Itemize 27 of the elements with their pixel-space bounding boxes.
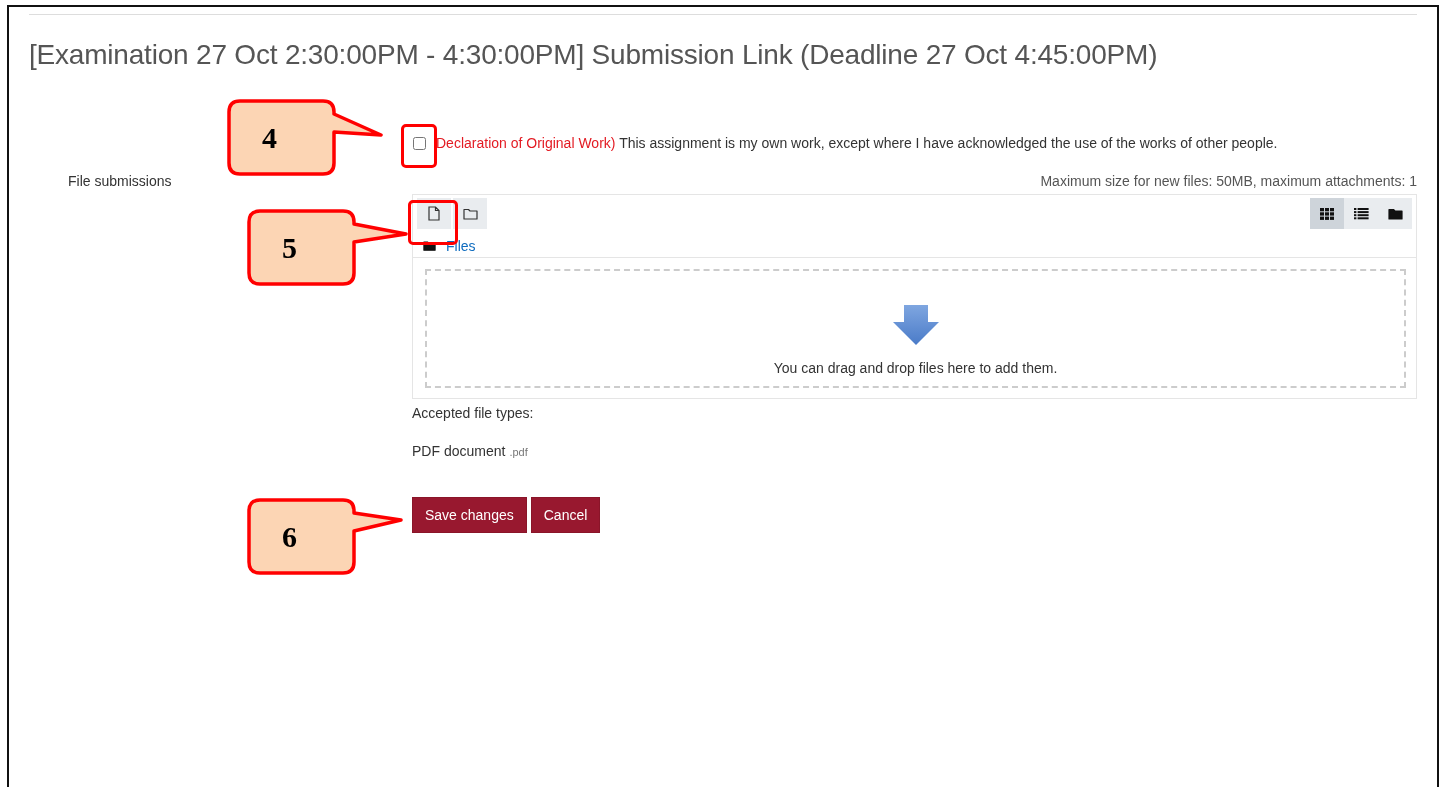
size-limit-text: Maximum size for new files: 50MB, maximum attachments: 1 [1039, 173, 1417, 189]
file-icon [428, 206, 440, 221]
file-type-name: PDF document [412, 443, 506, 459]
field-label: File submissions [68, 173, 172, 189]
down-arrow-icon [891, 304, 940, 346]
callout-bubble: 4 [228, 100, 383, 175]
page-title: [Examination 27 Oct 2:30:00PM - 4:30:00PM] Submission Link (Deadline 27 Oct 4:45:00PM) [29, 39, 1159, 71]
folder-icon [1387, 207, 1403, 220]
create-folder-button[interactable] [453, 198, 487, 229]
folder-icon [462, 207, 478, 220]
save-button[interactable]: Save changes [412, 497, 527, 533]
list-view-button[interactable] [1344, 198, 1378, 229]
file-extension: .pdf [509, 446, 528, 458]
folder-icon [423, 240, 436, 252]
drop-zone[interactable]: You can drag and drop files here to add them. [425, 269, 1406, 388]
list-icon [1353, 207, 1369, 220]
declaration-text: Declaration of Original Work) This assignment is my own work, except where I have acknowledged the use of the works of other people. [436, 135, 1278, 151]
callout-bubble: 5 [248, 210, 408, 285]
highlight-frame [401, 124, 437, 168]
callout-bubble: 6 [248, 499, 403, 574]
accepted-types-label: Accepted file types: [412, 405, 535, 421]
drop-hint: You can drag and drop files here to add them. [773, 360, 1058, 376]
grid-icon [1320, 207, 1334, 220]
tree-view-button[interactable] [1378, 198, 1412, 229]
cancel-button[interactable]: Cancel [530, 497, 601, 533]
icon-view-button[interactable] [1310, 198, 1344, 229]
declaration-checkbox[interactable] [413, 136, 426, 150]
